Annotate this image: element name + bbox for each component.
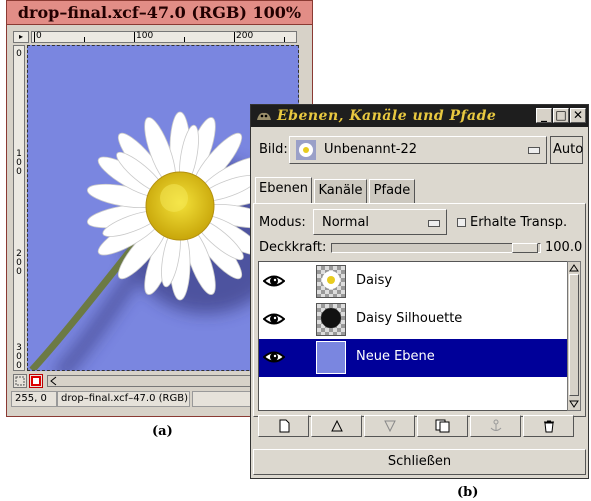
horizontal-ruler[interactable]: 0 100 200 [31,31,297,43]
opacity-slider[interactable] [331,243,541,253]
layer-name: Daisy Silhouette [356,311,463,326]
ruler-label: 0 [16,49,22,59]
status-filename: drop–final.xcf–47.0 (RGB) [57,391,190,407]
eye-visibility-icon[interactable] [263,311,285,327]
minimize-button[interactable]: _ [536,108,552,123]
auto-label: Auto [553,142,584,157]
tab-layers[interactable]: Ebenen [255,177,312,203]
layers-dialog: Ebenen, Kanäle und Pfade _ □ ✕ Bild: Unb… [250,104,589,479]
lower-layer-button[interactable] [364,415,415,437]
dialog-titlebar[interactable]: Ebenen, Kanäle und Pfade _ □ ✕ [251,105,588,127]
layer-thumbnail [316,341,346,374]
ruler-corner-button[interactable]: ▸ [13,31,29,43]
opacity-slider-handle[interactable] [512,243,538,253]
ruler-label: 300 [16,343,22,371]
scroll-down-icon[interactable] [568,399,580,409]
eye-visibility-icon[interactable] [263,349,285,365]
layer-row-daisy-silhouette[interactable]: Daisy Silhouette [259,301,567,339]
image-window-title[interactable]: drop–final.xcf–47.0 (RGB) 100% [7,1,312,25]
image-label: Bild: [259,142,288,157]
caption-b: (b) [457,485,479,500]
lower-layer-icon [384,420,396,433]
vertical-ruler[interactable]: 0 100 200 300 [13,45,25,371]
mode-dropdown-value: Normal [322,215,370,230]
raise-layer-button[interactable] [311,415,362,437]
preserve-transparency-label[interactable]: Erhalte Transp. [470,215,567,231]
auto-button[interactable]: Auto [550,136,583,164]
close-window-button[interactable]: ✕ [570,108,586,123]
layer-thumbnail [316,303,346,336]
layer-thumbnail [316,265,346,298]
gimp-wilber-icon [257,112,271,120]
option-menu-indicator-icon [528,147,540,154]
close-button-label: Schließen [387,454,452,469]
duplicate-layer-button[interactable] [417,415,468,437]
quickmask-toggle-button[interactable] [13,374,27,388]
cursor-coordinates: 255, 0 [11,391,57,407]
image-selector[interactable]: Unbenannt-22 [289,136,547,164]
anchor-icon [490,419,502,431]
eye-visibility-icon[interactable] [263,273,285,289]
opacity-label: Deckkraft: [259,240,327,255]
layer-row-neue-ebene[interactable]: Neue Ebene [259,339,567,377]
ruler-label: 100 [16,149,22,177]
maximize-button[interactable]: □ [553,108,569,123]
mode-label: Modus: [259,215,306,230]
delete-icon [544,420,554,433]
duplicate-layer-icon [435,419,450,433]
ruler-label: 100 [136,31,154,41]
tab-channels[interactable]: Kanäle [314,179,367,203]
layer-name: Neue Ebene [356,349,435,364]
layer-list-scrollbar[interactable] [567,261,581,411]
tab-paths[interactable]: Pfade [369,179,415,203]
ruler-label: 0 [36,31,42,41]
ruler-label: 200 [16,249,22,277]
preserve-transparency-checkbox[interactable] [457,218,466,227]
daisy-thumbnail-icon [296,140,316,160]
mode-dropdown[interactable]: Normal [313,209,447,235]
layer-name: Daisy [356,273,393,288]
image-selector-value: Unbenannt-22 [324,142,418,157]
ruler-label: 200 [236,31,254,41]
quickmask-icon[interactable] [29,374,43,388]
scrollbar-thumb[interactable] [569,274,579,396]
scroll-up-icon[interactable] [568,263,580,273]
option-menu-indicator-icon [428,220,440,227]
anchor-layer-button[interactable] [470,415,521,437]
layer-row-daisy[interactable]: Daisy [259,263,567,301]
new-layer-icon [279,419,290,433]
opacity-value: 100.0 [545,240,583,255]
layer-list: Daisy Daisy Silhouette Neue Ebene [258,261,568,411]
dialog-title: Ebenen, Kanäle und Pfade [277,108,497,124]
close-button[interactable]: Schließen [253,449,586,475]
new-layer-button[interactable] [258,415,309,437]
raise-layer-icon [331,419,343,432]
delete-layer-button[interactable] [523,415,574,437]
caption-a: (a) [152,424,173,439]
